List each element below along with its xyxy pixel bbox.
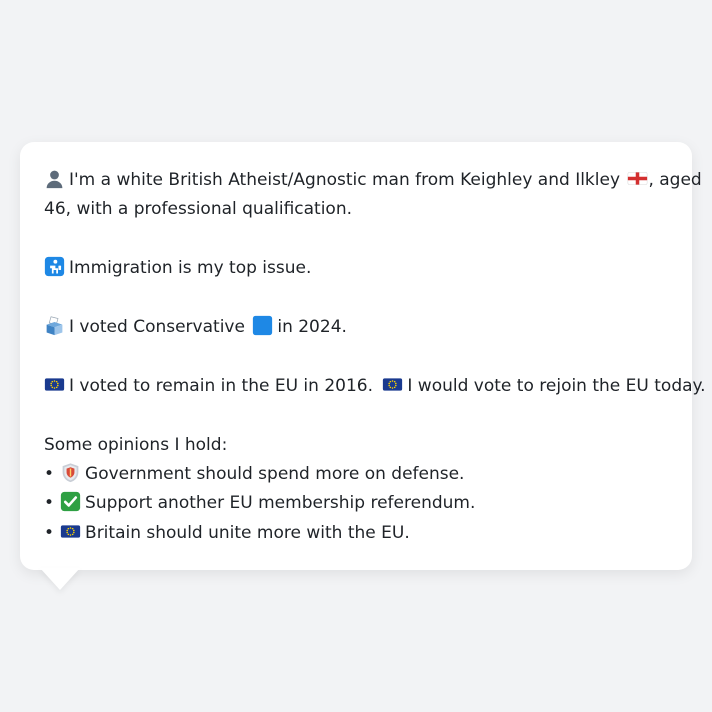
eu-flag-icon [383, 378, 403, 391]
intro-text-b: , aged [648, 170, 702, 190]
opinion-text: Britain should unite more with the EU. [85, 522, 410, 543]
intro-line-2: 46, with a professional qualification. [44, 195, 670, 224]
stage: I'm a white British Atheist/Agnostic man… [0, 0, 712, 712]
eu-line: I voted to remain in the EU in 2016. I w… [44, 372, 706, 401]
eu-flag-icon [60, 525, 81, 538]
top-issue-line: Immigration is my top issue. [44, 254, 670, 283]
passport-control-icon [44, 257, 65, 277]
speech-bubble-tail [40, 568, 80, 590]
shield-icon [62, 463, 79, 483]
blue-square-icon [253, 315, 273, 336]
profile-card: I'm a white British Atheist/Agnostic man… [20, 142, 706, 570]
eu-text-b: I would vote to rejoin the EU today. [407, 375, 706, 396]
bullet: • [44, 522, 55, 543]
opinion-item: • Support another EU membership referend… [44, 489, 670, 518]
vote-text-a: I voted Conservative [69, 317, 245, 337]
opinion-text: Support another EU membership referendum… [85, 493, 476, 514]
opinion-item: • Government should spend more on defens… [44, 460, 670, 489]
opinion-text: Government should spend more on defense. [85, 464, 465, 484]
check-mark-icon [60, 492, 81, 512]
person-silhouette-icon [46, 170, 63, 189]
england-flag-icon [628, 172, 648, 185]
vote-text-b: in 2024. [277, 317, 347, 337]
intro-text-a: I'm a white British Atheist/Agnostic man… [69, 170, 621, 190]
opinion-item: • Britain should unite more with the EU. [44, 519, 670, 548]
eu-flag-icon [44, 378, 65, 391]
intro-line-1: I'm a white British Atheist/Agnostic man… [44, 166, 702, 195]
opinions-heading: Some opinions I hold: [44, 431, 670, 460]
vote-line: I voted Conservative in 2024. [44, 313, 670, 342]
ballot-box-icon [46, 316, 63, 336]
intro-text-c: 46, with a professional qualification. [44, 199, 353, 220]
bullet: • [44, 493, 55, 514]
bullet: • [44, 464, 55, 484]
top-issue-text: Immigration is my top issue. [69, 258, 312, 279]
opinions-heading-text: Some opinions I hold: [44, 434, 228, 455]
eu-text-a: I voted to remain in the EU in 2016. [69, 375, 373, 396]
